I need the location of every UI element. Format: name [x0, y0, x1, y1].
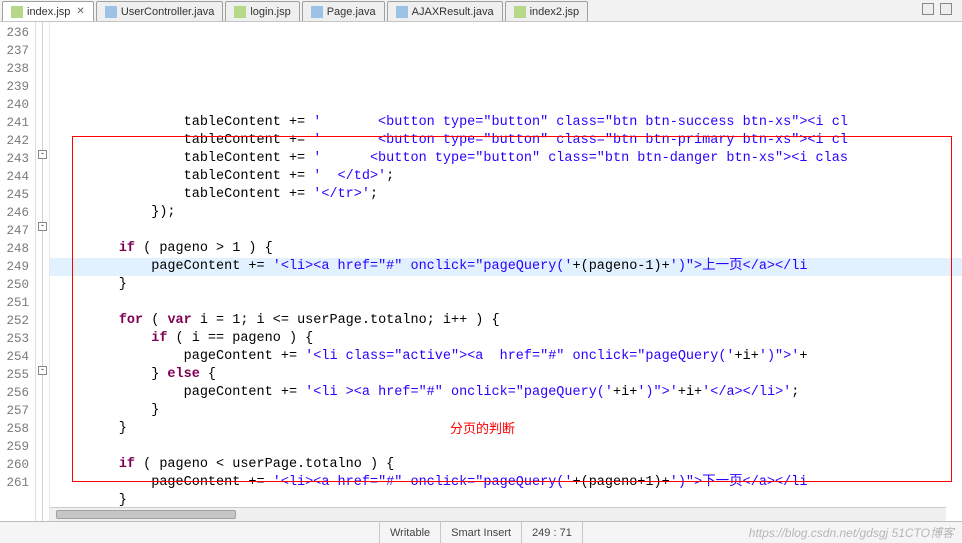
line-number: 261 [0, 474, 29, 492]
line-number: 248 [0, 240, 29, 258]
line-number: 255 [0, 366, 29, 384]
code-line[interactable]: tableContent += ' </td>'; [54, 168, 962, 186]
code-line[interactable]: pageContent += '<li><a href="#" onclick=… [54, 258, 962, 276]
minimize-icon[interactable] [922, 3, 934, 15]
line-number: 238 [0, 60, 29, 78]
line-number: 247 [0, 222, 29, 240]
code-line[interactable]: } [54, 402, 962, 420]
close-icon[interactable]: ✕ [76, 6, 84, 17]
folding-column: - - - [36, 22, 50, 521]
line-number: 260 [0, 456, 29, 474]
code-line[interactable] [54, 510, 962, 521]
line-number: 237 [0, 42, 29, 60]
annotation-label: 分页的判断 [450, 420, 515, 438]
code-line[interactable]: pageContent += '<li class="active"><a hr… [54, 348, 962, 366]
line-number: 239 [0, 78, 29, 96]
status-writable: Writable [380, 522, 441, 543]
line-number: 242 [0, 132, 29, 150]
line-number: 259 [0, 438, 29, 456]
editor-tab[interactable]: login.jsp [225, 1, 299, 21]
code-line[interactable]: } else { [54, 366, 962, 384]
fold-toggle[interactable]: - [38, 366, 47, 375]
editor-tab[interactable]: Page.java [302, 1, 385, 21]
line-number: 246 [0, 204, 29, 222]
tab-label: index2.jsp [530, 6, 580, 18]
java-file-icon [396, 6, 408, 18]
watermark-text: https://blog.csdn.net/gdsgj 51CTO博客 [749, 524, 954, 541]
line-number: 249 [0, 258, 29, 276]
code-line[interactable]: tableContent += '</tr>'; [54, 186, 962, 204]
tab-label: index.jsp [27, 6, 70, 18]
line-number: 244 [0, 168, 29, 186]
status-insert-mode: Smart Insert [441, 522, 522, 543]
line-number: 241 [0, 114, 29, 132]
line-number: 251 [0, 294, 29, 312]
code-line[interactable]: pageContent += '<li><a href="#" onclick=… [54, 474, 962, 492]
code-line[interactable]: }); [54, 204, 962, 222]
fold-toggle[interactable]: - [38, 222, 47, 231]
jsp-file-icon [11, 6, 23, 18]
java-file-icon [311, 6, 323, 18]
line-number: 245 [0, 186, 29, 204]
line-number: 258 [0, 420, 29, 438]
line-number: 243 [0, 150, 29, 168]
line-number: 254 [0, 348, 29, 366]
line-number: 250 [0, 276, 29, 294]
line-number: 257 [0, 402, 29, 420]
code-line[interactable]: if ( pageno > 1 ) { [54, 240, 962, 258]
editor-tab[interactable]: index2.jsp [505, 1, 589, 21]
editor-tab[interactable]: index.jsp ✕ [2, 1, 94, 21]
code-editor[interactable]: 分页的判断 tableContent += ' <button type="bu… [50, 22, 962, 521]
jsp-file-icon [234, 6, 246, 18]
code-line[interactable]: } [54, 492, 962, 510]
code-line[interactable]: if ( pageno < userPage.totalno ) { [54, 456, 962, 474]
line-number-gutter: 2362372382392402412422432442452462472482… [0, 22, 36, 521]
fold-toggle[interactable]: - [38, 150, 47, 159]
code-line[interactable] [54, 294, 962, 312]
status-cursor-position: 249 : 71 [522, 522, 583, 543]
tab-label: AJAXResult.java [412, 6, 494, 18]
editor-tab[interactable]: UserController.java [96, 1, 224, 21]
line-number: 252 [0, 312, 29, 330]
code-line[interactable]: pageContent += '<li ><a href="#" onclick… [54, 384, 962, 402]
code-line[interactable] [54, 438, 962, 456]
maximize-icon[interactable] [940, 3, 952, 15]
tab-label: Page.java [327, 6, 376, 18]
code-line[interactable] [54, 222, 962, 240]
code-line[interactable]: if ( i == pageno ) { [54, 330, 962, 348]
tab-label: login.jsp [250, 6, 290, 18]
line-number: 253 [0, 330, 29, 348]
tab-label: UserController.java [121, 6, 215, 18]
code-line[interactable]: tableContent += ' <button type="button" … [54, 114, 962, 132]
code-line[interactable]: tableContent += ' <button type="button" … [54, 132, 962, 150]
editor-area: 2362372382392402412422432442452462472482… [0, 22, 962, 521]
java-file-icon [105, 6, 117, 18]
code-line[interactable]: } [54, 276, 962, 294]
editor-tab-bar: index.jsp ✕ UserController.java login.jsp Pa… [0, 0, 962, 22]
line-number: 256 [0, 384, 29, 402]
status-bar: Writable Smart Insert 249 : 71 https://b… [0, 521, 962, 543]
line-number: 236 [0, 24, 29, 42]
jsp-file-icon [514, 6, 526, 18]
code-line[interactable]: for ( var i = 1; i <= userPage.totalno; … [54, 312, 962, 330]
editor-tab[interactable]: AJAXResult.java [387, 1, 503, 21]
code-line[interactable]: tableContent += ' <button type="button" … [54, 150, 962, 168]
line-number: 240 [0, 96, 29, 114]
